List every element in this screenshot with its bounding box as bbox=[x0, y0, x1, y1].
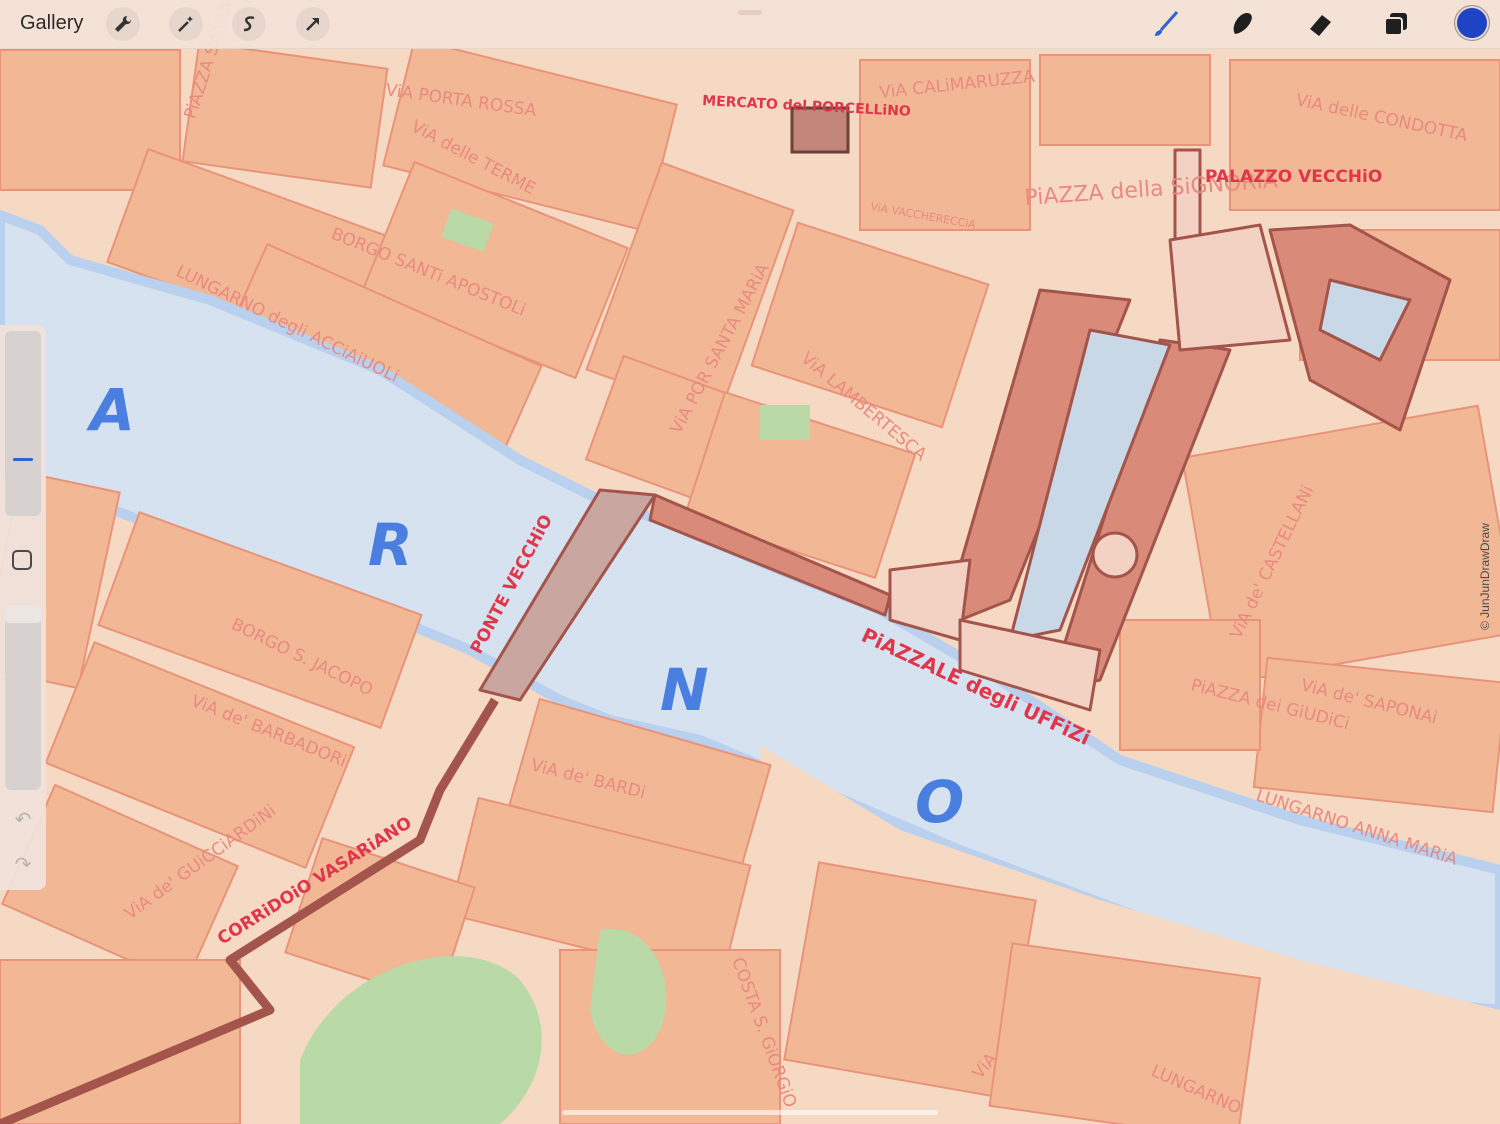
gallery-button[interactable]: Gallery bbox=[20, 12, 83, 35]
watermark: © JunJunDrawDraw bbox=[1478, 523, 1492, 630]
modify-button[interactable] bbox=[12, 550, 32, 570]
river-letter-o: O bbox=[915, 768, 964, 836]
eraser-icon[interactable] bbox=[1302, 6, 1338, 42]
undo-arrow-icon[interactable]: ↶ bbox=[11, 810, 35, 830]
grab-handle[interactable] bbox=[738, 10, 762, 15]
river-letter-a: A bbox=[86, 376, 135, 444]
brush-size-slider[interactable] bbox=[5, 331, 41, 516]
left-sidebar: ↶ ↷ bbox=[0, 325, 46, 890]
layers-icon[interactable] bbox=[1378, 6, 1414, 42]
color-swatch[interactable] bbox=[1457, 8, 1487, 38]
selection-s-icon[interactable] bbox=[232, 7, 266, 41]
transform-arrow-icon[interactable] bbox=[296, 7, 330, 41]
brush-size-handle[interactable] bbox=[13, 458, 33, 461]
river-letter-r: R bbox=[368, 511, 413, 579]
redo-arrow-icon[interactable]: ↷ bbox=[11, 855, 35, 875]
opacity-knob[interactable] bbox=[5, 605, 41, 623]
opacity-slider[interactable] bbox=[5, 605, 41, 790]
river-letter-n: N bbox=[660, 656, 709, 724]
top-toolbar: Gallery bbox=[0, 0, 1500, 49]
brush-icon[interactable] bbox=[1148, 6, 1184, 42]
home-indicator[interactable] bbox=[562, 1110, 938, 1115]
wrench-icon[interactable] bbox=[106, 7, 140, 41]
smudge-icon[interactable] bbox=[1224, 6, 1260, 42]
magic-wand-icon[interactable] bbox=[169, 7, 203, 41]
drawing-canvas[interactable]: A R N O ViA PORTA ROSSA ViA CALiMARUZZA … bbox=[0, 0, 1500, 1124]
landmark-label: PALAZZO VECCHiO bbox=[1205, 167, 1382, 187]
